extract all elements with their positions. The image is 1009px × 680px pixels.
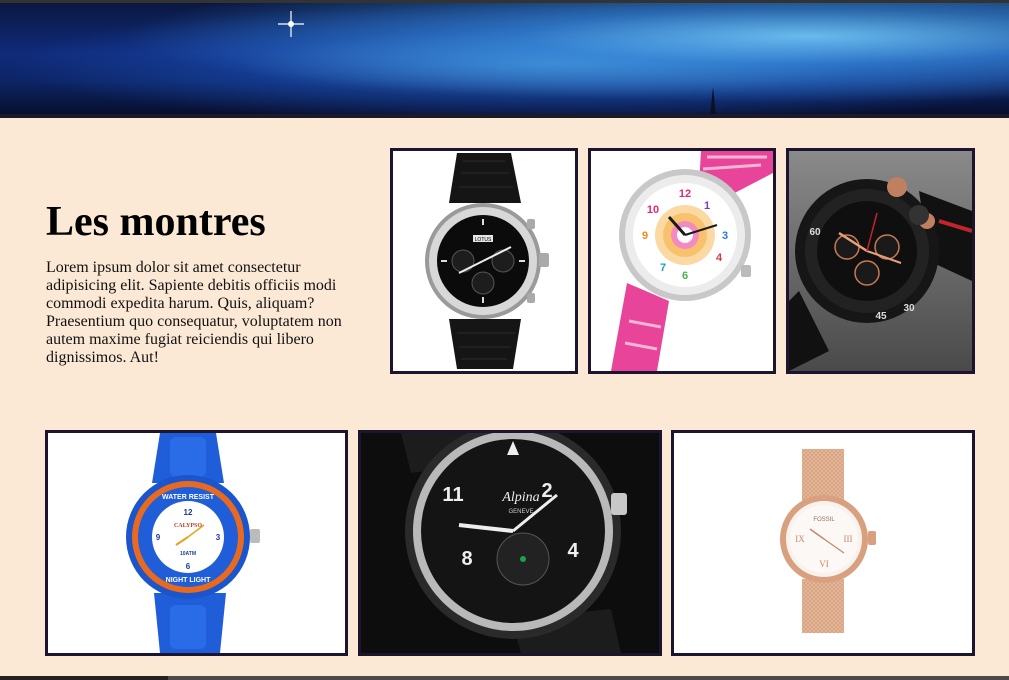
svg-text:1: 1 [704,200,710,212]
star-flare-icon [278,11,304,37]
svg-text:12: 12 [679,188,691,200]
svg-text:4: 4 [567,540,579,562]
svg-text:3: 3 [216,533,221,542]
watch-brand-mark: LOTUS [475,237,492,243]
watch-brand-subtext: GENEVE [508,509,533,515]
watch-image: LOTUS [393,151,575,371]
svg-text:11: 11 [442,484,463,506]
dial-depth-rating: 10ATM [180,551,196,557]
watch-brand-mark: CALYPSO [174,523,202,529]
spire-silhouette [710,87,716,114]
svg-text:9: 9 [642,230,648,242]
svg-text:12: 12 [184,508,193,517]
watch-photo-pink-kids-watch[interactable]: 12 3 6 9 1 4 7 10 [588,148,776,374]
watch-photo-pilot-watch[interactable]: Alpina GENEVE 11 2 48 [358,430,662,656]
scrollbar-thumb[interactable] [0,676,168,680]
page-title: Les montres [46,199,266,245]
watch-photo-blue-kids-watch[interactable]: WATER RESIST NIGHT LIGHT CALYPSO 10ATM 1… [45,430,348,656]
watch-image: FOSSIL III VI IX [674,433,972,653]
svg-text:45: 45 [875,311,887,322]
svg-text:6: 6 [186,562,191,571]
watch-photo-black-leather-chronograph[interactable]: LOTUS [390,148,578,374]
watch-photo-rose-gold-mesh-watch[interactable]: FOSSIL III VI IX [671,430,975,656]
svg-text:IX: IX [795,534,805,544]
watch-image: 60 30 45 [789,151,972,371]
page: Les montres Lorem ipsum dolor sit amet c… [0,0,1009,680]
svg-text:4: 4 [716,252,723,264]
svg-text:3: 3 [722,230,728,242]
dial-ring-top-text: WATER RESIST [162,494,215,501]
svg-text:10: 10 [647,204,659,216]
intro-paragraph: Lorem ipsum dolor sit amet consectetur a… [46,259,342,366]
svg-text:60: 60 [809,227,821,238]
dial-ring-bottom-text: NIGHT LIGHT [166,577,211,584]
horizontal-scrollbar[interactable] [0,676,1009,680]
svg-text:30: 30 [903,303,915,314]
watch-brand-mark: FOSSIL [813,517,835,523]
watch-image: 12 3 6 9 1 4 7 10 [591,151,773,371]
svg-text:7: 7 [660,262,666,274]
watch-image: WATER RESIST NIGHT LIGHT CALYPSO 10ATM 1… [48,433,345,653]
watch-image: Alpina GENEVE 11 2 48 [361,433,659,653]
hero-banner [0,0,1009,118]
svg-text:9: 9 [156,533,161,542]
svg-text:VI: VI [819,559,829,569]
svg-text:6: 6 [682,270,688,282]
svg-text:III: III [844,534,853,544]
watch-photo-black-sport-chronograph[interactable]: 60 30 45 [786,148,975,374]
watch-brand-mark: Alpina [501,490,539,505]
svg-text:8: 8 [461,548,472,570]
